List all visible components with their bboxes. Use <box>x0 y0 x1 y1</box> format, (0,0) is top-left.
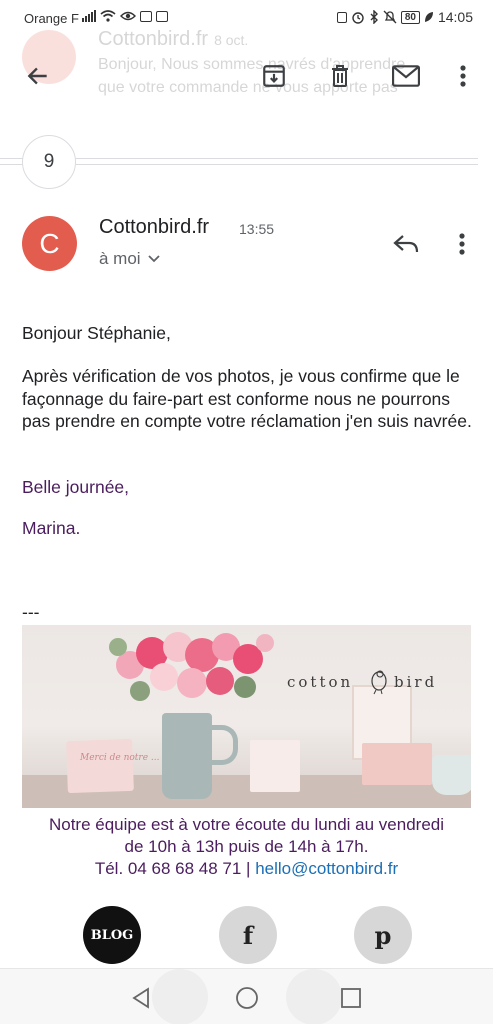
archive-icon <box>263 65 285 87</box>
message-time: 13:55 <box>239 221 275 237</box>
more-vert-icon <box>460 65 466 87</box>
battery-indicator: 80 <box>400 10 420 24</box>
signature-separator: --- <box>22 602 40 622</box>
trash-icon <box>332 65 348 87</box>
contact-email-link[interactable]: hello@cottonbird.fr <box>255 859 398 878</box>
more-options-button[interactable] <box>443 56 483 96</box>
nfc-icon <box>336 11 347 23</box>
reply-button[interactable] <box>388 228 424 260</box>
calendar-notification-icon <box>156 10 168 22</box>
recipient-label: à moi <box>99 249 141 268</box>
previous-sender: Cottonbird.fr 8 oct. <box>98 28 249 50</box>
triangle-back-icon <box>132 987 149 1009</box>
delete-button[interactable] <box>320 56 360 96</box>
collapsed-messages-count[interactable]: 9 <box>22 135 76 189</box>
nav-recents-button[interactable] <box>338 985 364 1011</box>
blog-link-button[interactable]: BLOG <box>83 906 141 964</box>
mute-icon <box>383 10 397 24</box>
email-closing: Belle journée, <box>22 477 130 497</box>
recipient-details-toggle[interactable]: à moi <box>99 249 161 269</box>
chevron-down-icon <box>147 255 160 263</box>
contact-line3: Tél. 04 68 68 48 71 | hello@cottonbird.f… <box>22 858 471 880</box>
status-right-icons: 80 14:05 <box>336 9 473 25</box>
email-paragraph: Après vérification de vos photos, je vou… <box>22 366 472 431</box>
contact-info: Notre équipe est à votre écoute du lundi… <box>22 814 471 880</box>
pinterest-icon[interactable]: p <box>354 906 412 964</box>
square-recents-icon <box>341 988 361 1008</box>
sender-avatar[interactable]: C <box>22 216 77 271</box>
system-navigation-bar <box>0 968 493 1024</box>
arrow-back-icon <box>27 67 47 85</box>
archive-button[interactable] <box>254 56 294 96</box>
nav-back-button[interactable] <box>128 985 154 1011</box>
brand-logo-left: cotton <box>287 673 354 691</box>
status-left-icons <box>82 10 168 22</box>
mark-unread-button[interactable] <box>386 56 426 96</box>
card-text: Merci de notre ... <box>80 753 160 763</box>
leaf-icon <box>424 12 433 22</box>
brand-logo-right: bird <box>394 673 438 691</box>
mail-icon <box>392 65 420 87</box>
flower-bouquet <box>109 632 274 701</box>
bird-logo-icon <box>371 670 387 695</box>
eye-icon <box>120 11 136 21</box>
mail-notification-icon <box>140 10 152 22</box>
alarm-icon <box>352 12 364 24</box>
back-button[interactable] <box>18 56 58 96</box>
email-greeting: Bonjour Stéphanie, <box>22 323 171 343</box>
greeting-card <box>66 738 134 794</box>
circle-home-icon <box>236 987 258 1009</box>
message-more-button[interactable] <box>446 228 478 260</box>
signal-icon <box>82 10 96 22</box>
vase <box>162 713 212 799</box>
nav-home-button[interactable] <box>234 985 260 1011</box>
clock: 14:05 <box>437 9 473 25</box>
contact-hours-line1: Notre équipe est à votre écoute du lundi… <box>48 815 445 834</box>
wifi-icon <box>100 10 116 22</box>
more-vert-icon <box>459 233 465 255</box>
reply-icon <box>393 235 419 253</box>
bluetooth-icon <box>370 10 378 24</box>
email-signature: Marina. <box>22 518 81 538</box>
contact-hours-line2: de 10h à 13h puis de 14h à 17h. <box>124 837 369 856</box>
toolbar <box>0 56 493 96</box>
contact-phone[interactable]: Tél. 04 68 68 48 71 | <box>95 859 251 878</box>
sender-name: Cottonbird.fr <box>99 216 210 238</box>
cottonbird-banner-image[interactable]: Merci de notre ... cotton bird <box>22 625 471 808</box>
facebook-icon[interactable]: f <box>219 906 277 964</box>
